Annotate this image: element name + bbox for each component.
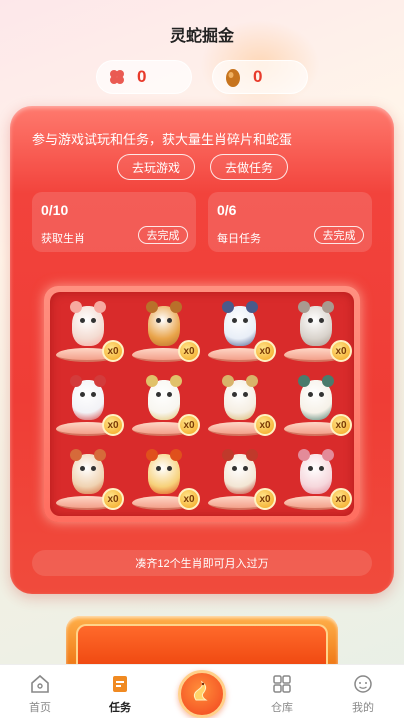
profile-icon [352,673,374,695]
zodiac-cell-tiger[interactable]: x0 [202,296,278,370]
task-card-zodiac: 0/10 获取生肖 去完成 [32,192,196,252]
task-label: 每日任务 [217,233,261,245]
clover-count: 0 [137,67,147,86]
zodiac-count-badge: x0 [102,488,124,510]
zodiac-collection-frame: x0 x0 x0 x0 x0 x0 x0 x0 x0 x0 x0 x0 [44,286,360,522]
task-progress: 0/10 [41,202,69,218]
home-icon [29,673,51,695]
tab-label: 首页 [29,702,51,714]
dog-icon [222,449,258,494]
tiger-icon [222,301,258,346]
rooster-icon [146,449,182,494]
zodiac-count-badge: x0 [330,488,352,510]
zodiac-cell-horse[interactable]: x0 [202,370,278,444]
snake-egg-icon [221,65,245,89]
zodiac-cell-pig[interactable]: x0 [278,444,354,518]
dragon-icon [70,375,106,420]
do-tasks-button[interactable]: 去做任务 [210,154,288,180]
tab-label: 仓库 [271,702,293,714]
task-progress: 0/6 [217,202,237,218]
go-complete-button[interactable]: 去完成 [138,226,188,244]
ox-icon [146,301,182,346]
promo-banner[interactable] [66,616,338,664]
tab-label: 任务 [109,702,131,714]
snake-egg-count: 0 [253,67,263,86]
zodiac-cell-snake[interactable]: x0 [126,370,202,444]
collection-hint: 凑齐12个生肖即可月入过万 [32,550,372,576]
clover-counter: 0 [96,60,192,94]
snake-icon [146,375,182,420]
zodiac-count-badge: x0 [254,340,276,362]
rabbit-icon [298,301,334,346]
zodiac-cell-dog[interactable]: x0 [202,444,278,518]
task-label: 获取生肖 [41,233,85,245]
zodiac-cell-goat[interactable]: x0 [278,370,354,444]
reward-panel: 参与游戏试玩和任务，获大量生肖碎片和蛇蛋 去玩游戏 去做任务 0/10 获取生肖… [10,106,394,594]
play-games-button[interactable]: 去玩游戏 [117,154,195,180]
go-complete-button[interactable]: 去完成 [314,226,364,244]
grid-icon [271,673,293,695]
zodiac-count-badge: x0 [330,414,352,436]
rat-icon [70,301,106,346]
zodiac-count-badge: x0 [178,340,200,362]
snake-egg-counter: 0 [212,60,308,94]
zodiac-count-badge: x0 [102,414,124,436]
monkey-icon [70,449,106,494]
tab-label: 我的 [352,702,374,714]
zodiac-cell-ox[interactable]: x0 [126,296,202,370]
zodiac-cell-rat[interactable]: x0 [50,296,126,370]
panel-intro: 参与游戏试玩和任务，获大量生肖碎片和蛇蛋 [32,132,293,147]
task-card-daily: 0/6 每日任务 去完成 [208,192,372,252]
task-icon [109,673,131,695]
zodiac-grid: x0 x0 x0 x0 x0 x0 x0 x0 x0 x0 x0 x0 [50,292,354,516]
zodiac-cell-rabbit[interactable]: x0 [278,296,354,370]
horse-icon [222,375,258,420]
clover-icon [105,65,129,89]
goat-icon [298,375,334,420]
zodiac-cell-monkey[interactable]: x0 [50,444,126,518]
zodiac-count-badge: x0 [178,488,200,510]
zodiac-count-badge: x0 [178,414,200,436]
zodiac-cell-rooster[interactable]: x0 [126,444,202,518]
promo-banner-inner [76,624,328,664]
tab-warehouse[interactable]: 仓库 [242,665,322,718]
tab-home[interactable]: 首页 [0,665,80,718]
zodiac-cell-dragon[interactable]: x0 [50,370,126,444]
zodiac-count-badge: x0 [330,340,352,362]
tab-tasks[interactable]: 任务 [80,665,160,718]
tab-profile[interactable]: 我的 [323,665,403,718]
zodiac-count-badge: x0 [102,340,124,362]
pig-icon [298,449,334,494]
center-snake-button[interactable] [178,670,226,718]
page-title: 灵蛇掘金 [169,28,234,45]
snake-center-icon [188,678,216,711]
zodiac-count-badge: x0 [254,488,276,510]
zodiac-count-badge: x0 [254,414,276,436]
